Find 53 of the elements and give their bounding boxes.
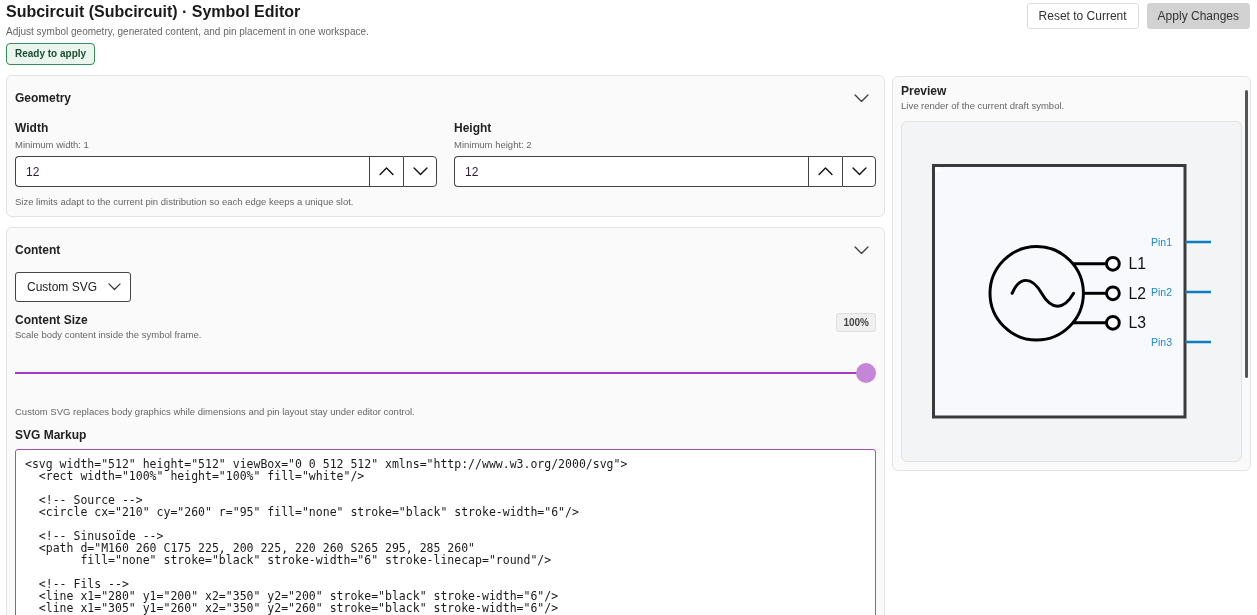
- field-label: SVG Markup: [15, 427, 88, 443]
- field-label: Width: [15, 120, 50, 136]
- decrement-button[interactable]: [842, 156, 876, 187]
- page-title: Subcircuit (Subcircuit) · Symbol Editor: [6, 2, 301, 22]
- number-input[interactable]: 12: [454, 156, 808, 187]
- terminal-ring-icon: [1105, 314, 1121, 331]
- section-title: Geometry: [15, 90, 72, 106]
- size-reading: 100%: [836, 313, 876, 332]
- terminal-label: L1: [1128, 255, 1147, 273]
- slider-thumb[interactable]: [856, 363, 876, 383]
- pin-label: Pin2: [1151, 286, 1172, 298]
- field-hint: Minimum height: 2: [454, 138, 533, 152]
- chevron-down-icon: [108, 283, 121, 291]
- chevron-down-icon: [851, 167, 867, 176]
- code-editor[interactable]: <svg width="512" height="512" viewBox="0 0 512 512" xmlns="http://www.w3.org/2000/svg"> <rect width="100%" height="100%" fill="white"/> <!-- Source --> <circle cx="210" cy="260" r="95" fill="none" stroke="black" stroke-width="6"/> <!-- Sinusoïde --> <path d="M160 260 C175 225, 200 225, 220 260 S265 295, 285 260" fill="none" stroke="black" stroke-width="6" stroke-linecap="round"/> <!-- Fils --> <line x1="280" y1="200" x2="350" y2="200" stroke="black" stroke-width="6"/> <line x1="305" y1="260" x2="350" y2="260" stroke="black" stroke-width="6"/>: [15, 449, 876, 615]
- terminal-label: L3: [1128, 314, 1147, 332]
- increment-button[interactable]: [808, 156, 842, 187]
- terminal-ring-icon: [1105, 285, 1121, 302]
- wire-line: [1071, 262, 1107, 266]
- pin-line: [1185, 340, 1211, 344]
- field-label: Content Size: [15, 312, 89, 328]
- field-label: Height: [454, 120, 493, 136]
- chevron-down-icon[interactable]: [854, 245, 869, 255]
- content-note: Custom SVG replaces body graphics while dimensions and pin layout stay under editor control.: [15, 405, 416, 419]
- preview-description: Live render of the current draft symbol.: [901, 99, 1066, 113]
- preview-title: Preview: [901, 83, 948, 99]
- terminal-label: L2: [1128, 284, 1147, 302]
- terminal-ring-icon: [1105, 255, 1121, 272]
- chevron-up-icon: [379, 167, 394, 176]
- geometry-note: Size limits adapt to the current pin distribution so each edge keeps a unique slot.: [15, 195, 355, 209]
- page-subtitle: Adjust symbol geometry, generated content, and pin placement in one workspace.: [6, 25, 369, 39]
- decrement-button[interactable]: [403, 156, 437, 187]
- chevron-down-icon[interactable]: [854, 93, 869, 103]
- chevron-down-icon: [412, 167, 428, 176]
- mode-select[interactable]: Custom SVG: [15, 272, 131, 302]
- scrollbar[interactable]: [1245, 90, 1248, 378]
- chevron-up-icon: [818, 167, 833, 176]
- pin-label: Pin3: [1151, 336, 1172, 348]
- pin-line: [1185, 290, 1211, 294]
- slider-track[interactable]: [15, 363, 876, 383]
- action-button[interactable]: Apply Changes: [1146, 3, 1250, 29]
- section-title: Content: [15, 242, 61, 258]
- wire-line: [1082, 291, 1107, 295]
- pin-line: [1185, 240, 1211, 244]
- field-hint: Minimum width: 1: [15, 138, 90, 152]
- increment-button[interactable]: [369, 156, 403, 187]
- number-input[interactable]: 12: [15, 156, 369, 187]
- square-handle-icon: [935, 167, 940, 172]
- action-button[interactable]: Reset to Current: [1026, 3, 1139, 29]
- wire-line: [1071, 321, 1107, 325]
- field-hint: Scale body content inside the symbol frame.: [15, 328, 202, 342]
- pin-label: Pin1: [1151, 236, 1172, 248]
- status-badge: Ready to apply: [6, 43, 96, 65]
